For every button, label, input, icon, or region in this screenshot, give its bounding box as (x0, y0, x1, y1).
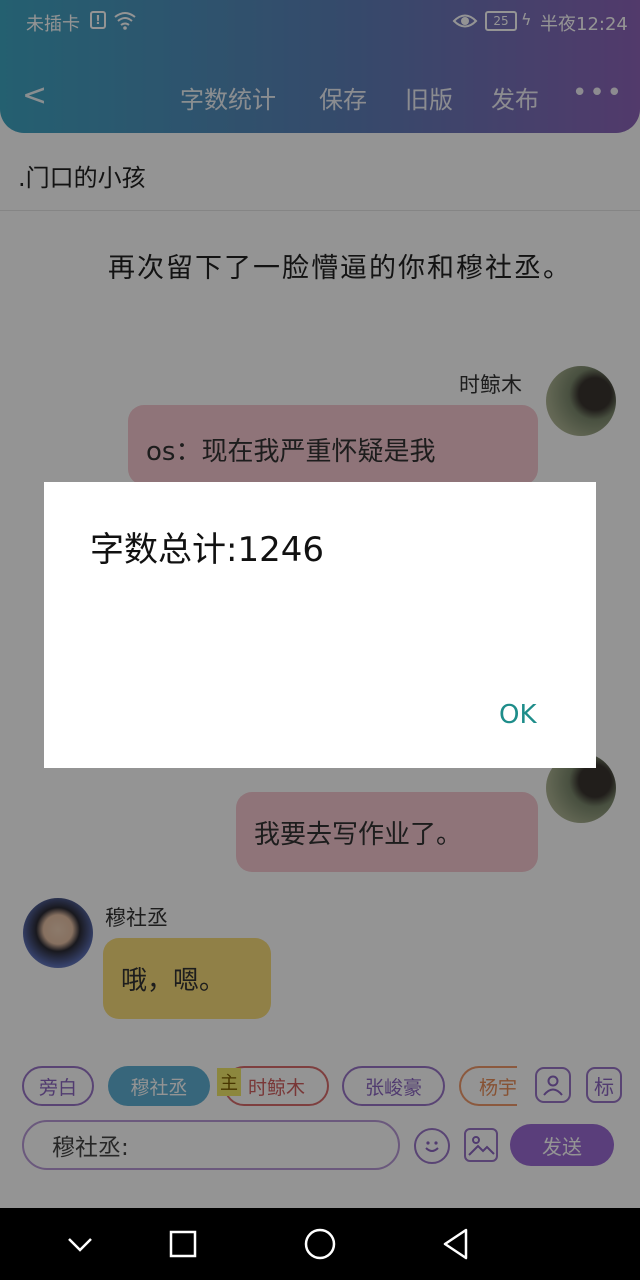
ok-button[interactable]: OK (499, 700, 537, 730)
back-nav-icon[interactable] (440, 1227, 472, 1261)
chevron-down-icon[interactable] (64, 1230, 96, 1258)
home-icon[interactable] (303, 1227, 337, 1261)
recents-icon[interactable] (167, 1228, 199, 1260)
system-navigation-bar (0, 1208, 640, 1280)
word-count-dialog: 字数总计:1246 OK (44, 482, 596, 768)
dialog-message: 字数总计:1246 (90, 530, 324, 570)
